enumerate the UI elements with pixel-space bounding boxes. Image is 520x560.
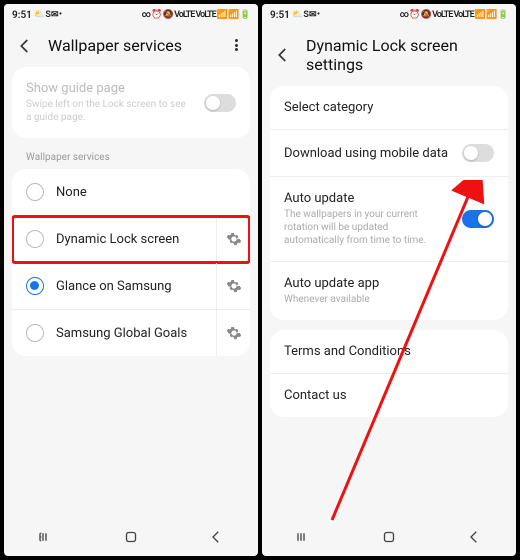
nav-bar xyxy=(4,518,258,556)
title-bar: Dynamic Lock screen settings xyxy=(262,26,516,86)
service-option-dynamic-lock-screen[interactable]: Dynamic Lock screen xyxy=(12,216,250,263)
overflow-menu-icon[interactable] xyxy=(230,38,246,54)
option-label: Glance on Samsung xyxy=(56,279,204,294)
back-icon[interactable] xyxy=(16,37,34,55)
auto-update-row[interactable]: Auto update The wallpapers in your curre… xyxy=(270,177,508,262)
row-subtitle: Whenever available xyxy=(284,293,494,306)
row-title: Download using mobile data xyxy=(284,146,450,161)
show-guide-page-row[interactable]: Show guide page Swipe left on the Lock s… xyxy=(12,67,250,138)
row-title: Auto update xyxy=(284,191,450,206)
service-option-none[interactable]: None xyxy=(12,169,250,216)
page-title: Dynamic Lock screen settings xyxy=(306,36,504,74)
nav-back-icon[interactable] xyxy=(207,528,225,546)
home-icon[interactable] xyxy=(380,528,398,546)
row-title: Terms and Conditions xyxy=(284,344,494,359)
row-title: Show guide page xyxy=(26,81,192,96)
gear-icon[interactable] xyxy=(216,216,250,262)
row-subtitle: Swipe left on the Lock screen to see a g… xyxy=(26,98,192,124)
contact-us-row[interactable]: Contact us xyxy=(270,374,508,417)
screenshot-left: 9:51 ⛅ S ✉ • ∞ ⏰ 🔕 VoLTE VoLTE 📶 📶 🔋 Wal… xyxy=(4,4,258,556)
status-left-icons: ⛅ S ✉ • xyxy=(292,10,319,20)
row-title: Select category xyxy=(284,100,494,115)
gear-icon[interactable] xyxy=(216,263,250,309)
radio-icon[interactable] xyxy=(26,277,44,295)
status-time: 9:51 xyxy=(270,10,290,21)
service-option-samsung-global-goals[interactable]: Samsung Global Goals xyxy=(12,310,250,356)
nav-bar xyxy=(262,518,516,556)
option-label: None xyxy=(56,185,236,200)
terms-row[interactable]: Terms and Conditions xyxy=(270,330,508,374)
status-bar: 9:51 ⛅ S ✉ • ∞ ⏰ 🔕 VoLTE VoLTE 📶 📶 🔋 xyxy=(4,4,258,26)
home-icon[interactable] xyxy=(122,528,140,546)
status-bar: 9:51 ⛅ S ✉ • ∞ ⏰ 🔕 VoLTE VoLTE 📶 📶 🔋 xyxy=(262,4,516,26)
recent-apps-icon[interactable] xyxy=(37,528,55,546)
nav-back-icon[interactable] xyxy=(465,528,483,546)
status-left-icons: ⛅ S ✉ • xyxy=(34,10,61,20)
status-right-icons: ∞ ⏰ 🔕 VoLTE VoLTE 📶 📶 🔋 xyxy=(400,10,508,20)
guide-toggle[interactable] xyxy=(204,94,236,112)
row-subtitle: The wallpapers in your current rotation … xyxy=(284,208,450,247)
download-mobile-toggle[interactable] xyxy=(462,144,494,162)
auto-update-app-row[interactable]: Auto update app Whenever available xyxy=(270,262,508,320)
section-label: Wallpaper services xyxy=(12,148,250,169)
title-bar: Wallpaper services xyxy=(4,26,258,67)
row-title: Auto update app xyxy=(284,276,494,291)
page-title: Wallpaper services xyxy=(48,36,216,55)
option-label: Dynamic Lock screen xyxy=(56,232,204,247)
row-title: Contact us xyxy=(284,388,494,403)
recent-apps-icon[interactable] xyxy=(295,528,313,546)
status-right-icons: ∞ ⏰ 🔕 VoLTE VoLTE 📶 📶 🔋 xyxy=(142,10,250,20)
radio-icon[interactable] xyxy=(26,230,44,248)
service-option-glance[interactable]: Glance on Samsung xyxy=(12,263,250,310)
select-category-row[interactable]: Select category xyxy=(270,86,508,130)
status-time: 9:51 xyxy=(12,10,32,21)
radio-icon[interactable] xyxy=(26,324,44,342)
back-icon[interactable] xyxy=(274,46,292,64)
auto-update-toggle[interactable] xyxy=(462,210,494,228)
screenshot-right: 9:51 ⛅ S ✉ • ∞ ⏰ 🔕 VoLTE VoLTE 📶 📶 🔋 Dyn… xyxy=(262,4,516,556)
option-label: Samsung Global Goals xyxy=(56,326,204,341)
radio-icon[interactable] xyxy=(26,183,44,201)
gear-icon[interactable] xyxy=(216,310,250,356)
download-mobile-data-row[interactable]: Download using mobile data xyxy=(270,130,508,177)
